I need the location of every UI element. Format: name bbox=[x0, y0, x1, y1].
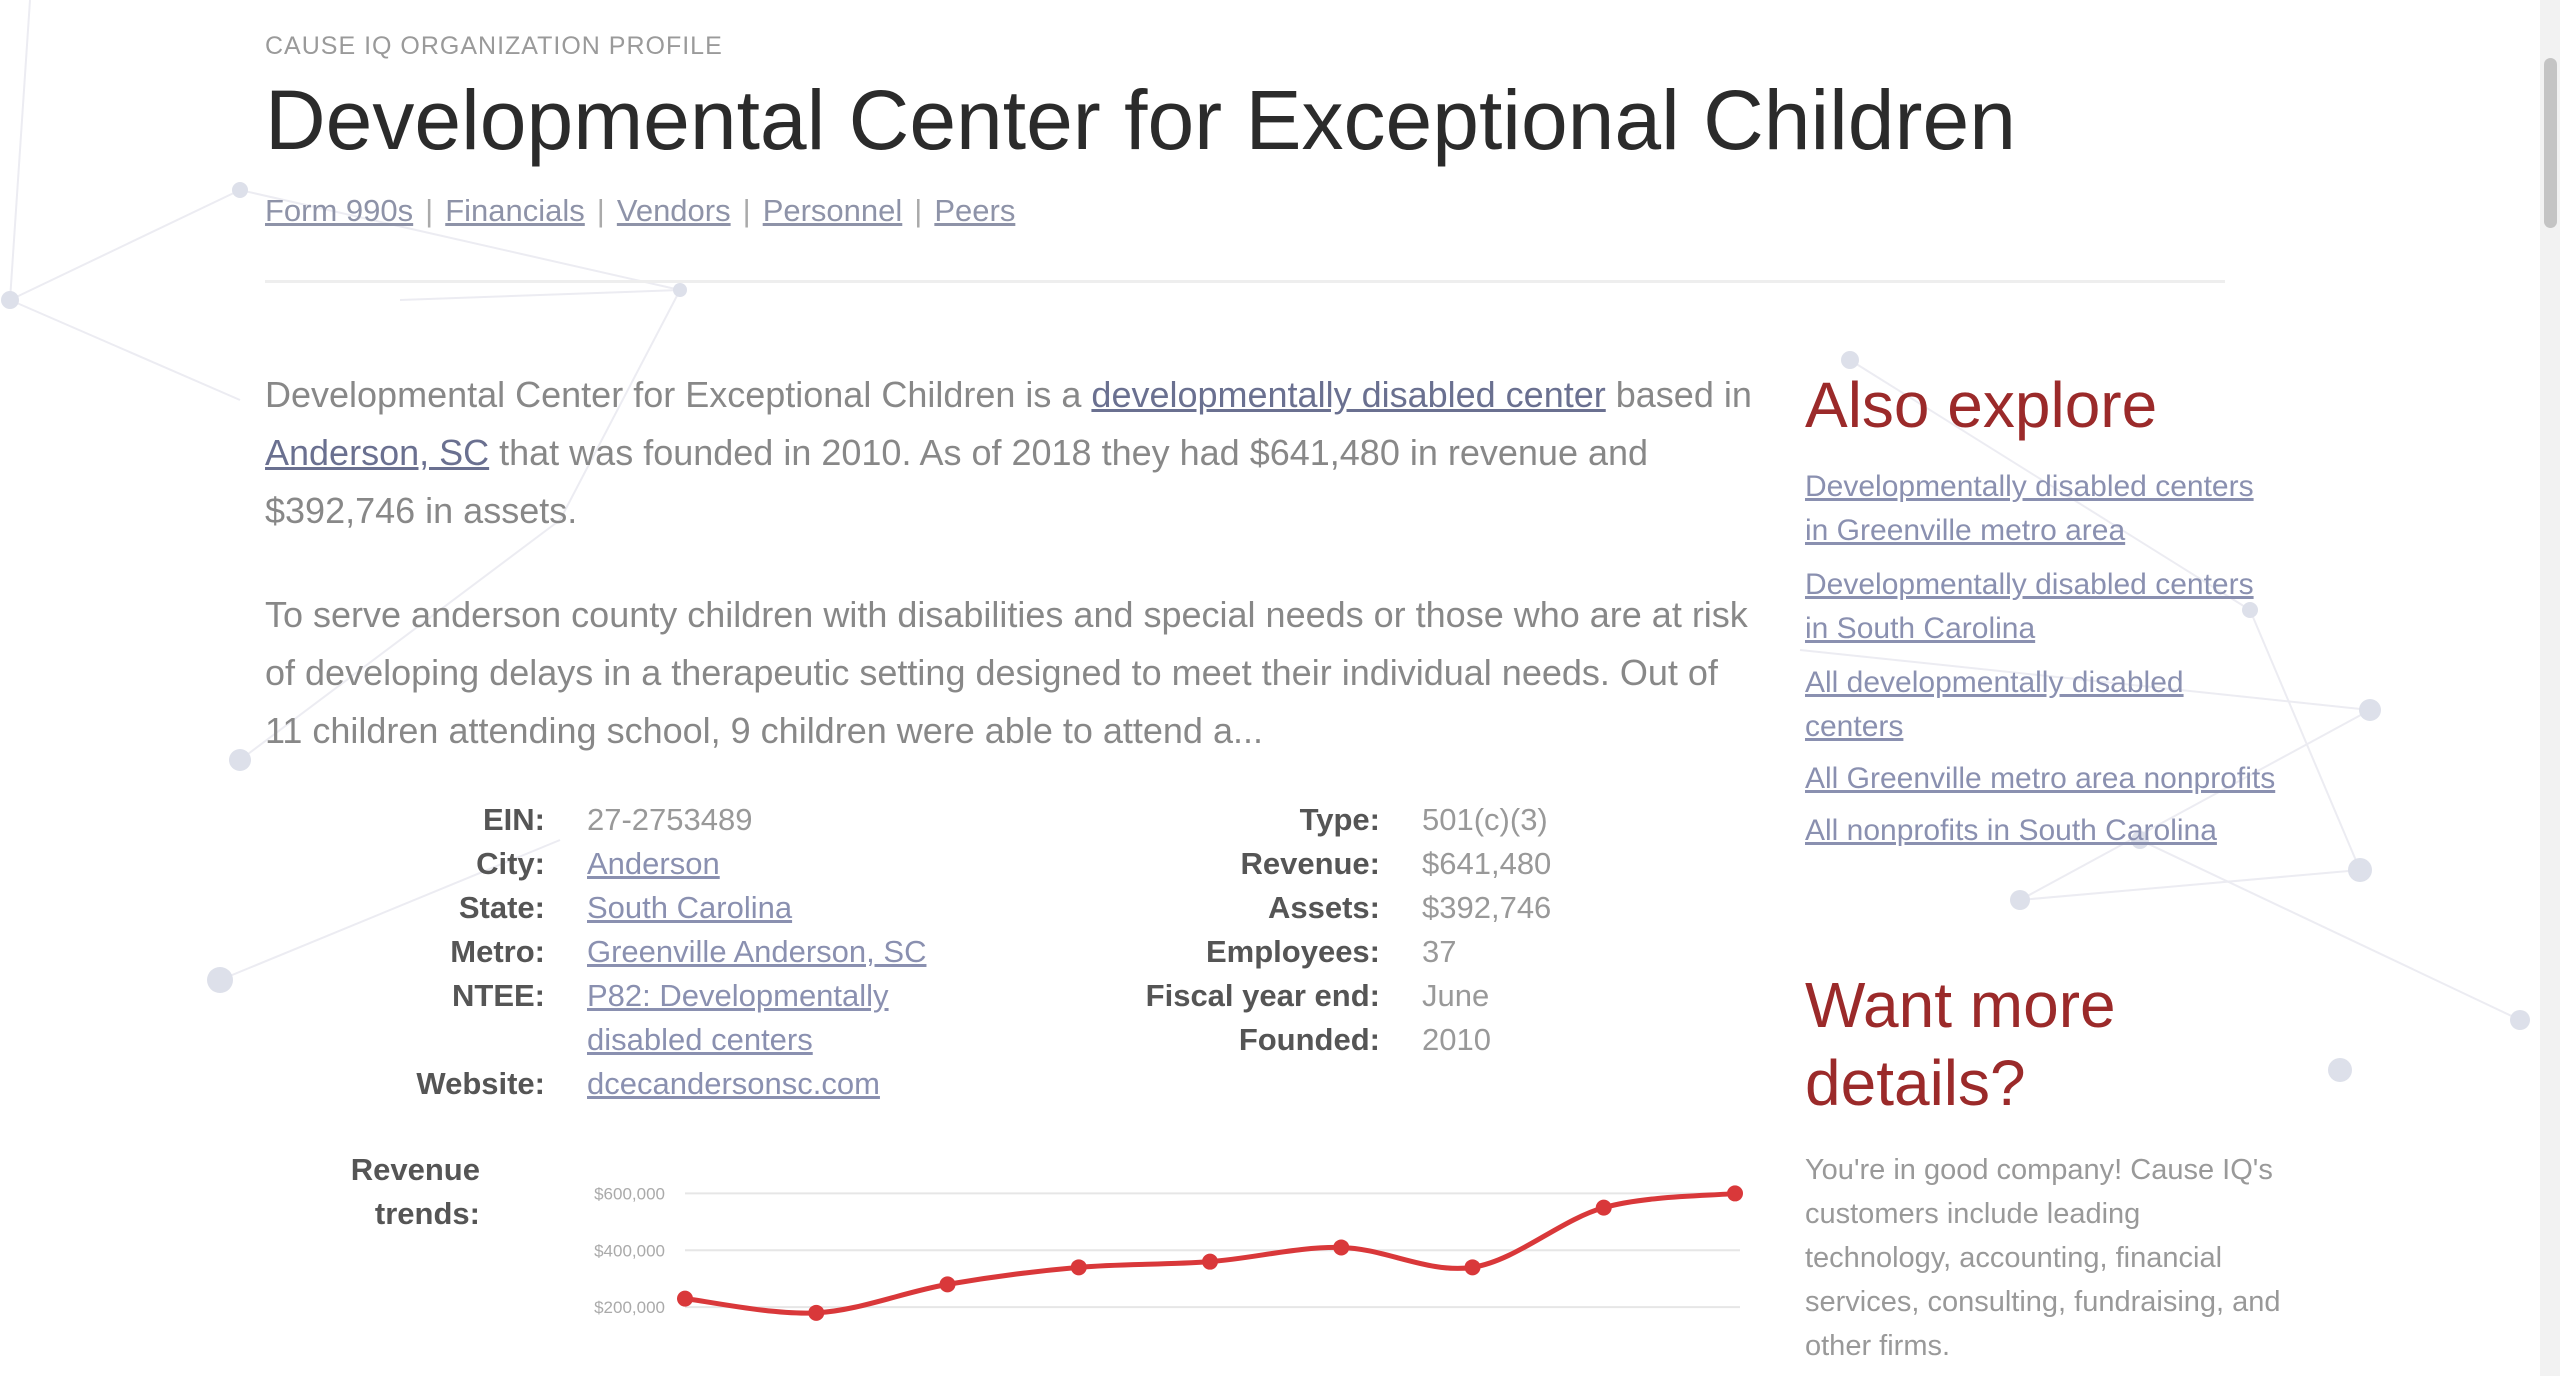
page-eyebrow: CAUSE IQ ORGANIZATION PROFILE bbox=[265, 32, 723, 60]
revenue-data-point[interactable] bbox=[1595, 1199, 1612, 1216]
fact-row: Employees: 37 bbox=[1140, 930, 1551, 974]
fact-label: NTEE: bbox=[452, 978, 545, 1013]
summary-text: based in bbox=[1605, 374, 1752, 415]
fact-value: P82: Developmentally disabled centers bbox=[587, 974, 1007, 1062]
fact-label: Employees: bbox=[1205, 934, 1380, 969]
revenue-value: $641,480 bbox=[1422, 846, 1552, 881]
fact-row: City: Anderson bbox=[380, 842, 1007, 886]
fact-label: Founded: bbox=[1238, 1022, 1380, 1057]
ein-value: 27-2753489 bbox=[587, 802, 753, 837]
org-mission: To serve anderson county children with d… bbox=[265, 594, 1748, 751]
location-link[interactable]: Anderson, SC bbox=[265, 432, 489, 473]
nav-financials[interactable]: Financials bbox=[445, 193, 585, 228]
nav-separator: | bbox=[596, 193, 605, 228]
revenue-data-point[interactable] bbox=[1464, 1259, 1481, 1276]
y-tick-label: $400,000 bbox=[594, 1241, 665, 1260]
revenue-series-line bbox=[684, 1190, 1736, 1316]
nav-form-990s[interactable]: Form 990s bbox=[265, 193, 413, 228]
fact-value: Greenville Anderson, SC bbox=[587, 930, 1007, 974]
fact-label: Type: bbox=[1299, 802, 1380, 837]
city-link[interactable]: Anderson bbox=[587, 846, 720, 881]
fact-label: State: bbox=[458, 890, 545, 925]
fact-value: South Carolina bbox=[587, 886, 1007, 930]
profile-page: CAUSE IQ ORGANIZATION PROFILE Developmen… bbox=[0, 0, 2540, 1376]
revenue-data-point[interactable] bbox=[1070, 1259, 1087, 1276]
fact-row: Revenue: $641,480 bbox=[1140, 842, 1551, 886]
fact-label: EIN: bbox=[483, 802, 545, 837]
fact-value: dcecandersonsc.com bbox=[587, 1062, 1007, 1106]
fact-row: EIN: 27-2753489 bbox=[380, 798, 1007, 842]
fact-row: Assets: $392,746 bbox=[1140, 886, 1551, 930]
revenue-data-point[interactable] bbox=[1333, 1239, 1350, 1256]
list-item: All nonprofits in South Carolina bbox=[1805, 809, 2285, 853]
fiscal-year-end-value: June bbox=[1422, 978, 1490, 1013]
nav-peers[interactable]: Peers bbox=[934, 193, 1015, 228]
fact-row: NTEE: P82: Developmentally disabled cente… bbox=[380, 974, 1007, 1062]
profile-subnav: Form 990s | Financials | Vendors | Personnel | P… bbox=[265, 193, 1015, 229]
fact-label: Assets: bbox=[1268, 890, 1380, 925]
also-explore-list: Developmentally disabled centers in Gree… bbox=[1805, 465, 2285, 861]
fact-value: Anderson bbox=[587, 842, 1007, 886]
explore-link-all-centers[interactable]: All developmentally disabled centers bbox=[1805, 666, 2184, 743]
fact-row: Metro: Greenville Anderson, SC bbox=[380, 930, 1007, 974]
revenue-trends-label: Revenue trends: bbox=[350, 1152, 480, 1231]
facts-table-right: Type: 501(c)(3) Revenue: $641,480 Assets: $… bbox=[1140, 798, 1552, 1062]
facts-table-left: EIN: 27-2753489 City: Anderson State: South… bbox=[380, 798, 1007, 1106]
y-tick-label: $600,000 bbox=[594, 1184, 665, 1203]
fact-row: Type: 501(c)(3) bbox=[1140, 798, 1551, 842]
revenue-data-point[interactable] bbox=[1202, 1253, 1218, 1270]
website-link[interactable]: dcecandersonsc.com bbox=[587, 1066, 880, 1101]
fact-label: Fiscal year end: bbox=[1145, 978, 1380, 1013]
revenue-data-point[interactable] bbox=[939, 1276, 956, 1293]
list-item: Developmentally disabled centers in Sout… bbox=[1805, 563, 2285, 651]
revenue-data-point[interactable] bbox=[677, 1290, 693, 1307]
org-summary: Developmental Center for Exceptional Chi… bbox=[265, 366, 1765, 540]
y-tick-label: $200,000 bbox=[594, 1298, 665, 1317]
revenue-data-point[interactable] bbox=[808, 1304, 825, 1321]
explore-link-greenville-centers[interactable]: Developmentally disabled centers in Gree… bbox=[1805, 470, 2254, 547]
summary-text: Developmental Center for Exceptional Chi… bbox=[265, 374, 1092, 415]
list-item: All Greenville metro area nonprofits bbox=[1805, 757, 2285, 801]
founded-value: 2010 bbox=[1422, 1022, 1491, 1057]
nav-vendors[interactable]: Vendors bbox=[617, 193, 731, 228]
fact-row: Founded: 2010 bbox=[1140, 1018, 1551, 1062]
fact-row: Website: dcecandersonsc.com bbox=[380, 1062, 1007, 1106]
type-value: 501(c)(3) bbox=[1422, 802, 1548, 837]
also-explore-heading: Also explore bbox=[1805, 369, 2158, 441]
assets-value: $392,746 bbox=[1422, 890, 1552, 925]
revenue-data-point[interactable] bbox=[1727, 1185, 1743, 1202]
explore-link-sc-nonprofits[interactable]: All nonprofits in South Carolina bbox=[1805, 814, 2217, 847]
want-more-details-heading: Want more details? bbox=[1805, 969, 2116, 1119]
employees-value: 37 bbox=[1422, 934, 1457, 969]
ntee-link[interactable]: P82: Developmentally disabled centers bbox=[587, 978, 889, 1057]
fact-label: Metro: bbox=[450, 934, 545, 969]
nav-personnel[interactable]: Personnel bbox=[763, 193, 903, 228]
fact-row: Fiscal year end: June bbox=[1140, 974, 1551, 1018]
fact-label: Website: bbox=[416, 1066, 545, 1101]
metro-link[interactable]: Greenville Anderson, SC bbox=[587, 934, 926, 969]
fact-label: City: bbox=[476, 846, 545, 881]
state-link[interactable]: South Carolina bbox=[587, 890, 792, 925]
scrollbar-thumb[interactable] bbox=[2544, 58, 2557, 228]
want-more-details-text: You're in good company! Cause IQ's custo… bbox=[1805, 1154, 2281, 1362]
page-title: Developmental Center for Exceptional Chi… bbox=[265, 73, 2016, 167]
revenue-trend-chart: $600,000 $400,000 $200,000 bbox=[594, 1184, 1743, 1321]
nav-separator: | bbox=[742, 193, 751, 228]
explore-link-sc-centers[interactable]: Developmentally disabled centers in Sout… bbox=[1805, 568, 2254, 645]
fact-row: State: South Carolina bbox=[380, 886, 1007, 930]
nav-separator: | bbox=[914, 193, 923, 228]
list-item: Developmentally disabled centers in Gree… bbox=[1805, 465, 2285, 553]
list-item: All developmentally disabled centers bbox=[1805, 661, 2285, 749]
explore-link-greenville-nonprofits[interactable]: All Greenville metro area nonprofits bbox=[1805, 762, 2275, 795]
fact-label: Revenue: bbox=[1240, 846, 1380, 881]
header-divider bbox=[265, 280, 2225, 283]
nav-separator: | bbox=[425, 193, 434, 228]
category-link[interactable]: developmentally disabled center bbox=[1091, 374, 1605, 415]
